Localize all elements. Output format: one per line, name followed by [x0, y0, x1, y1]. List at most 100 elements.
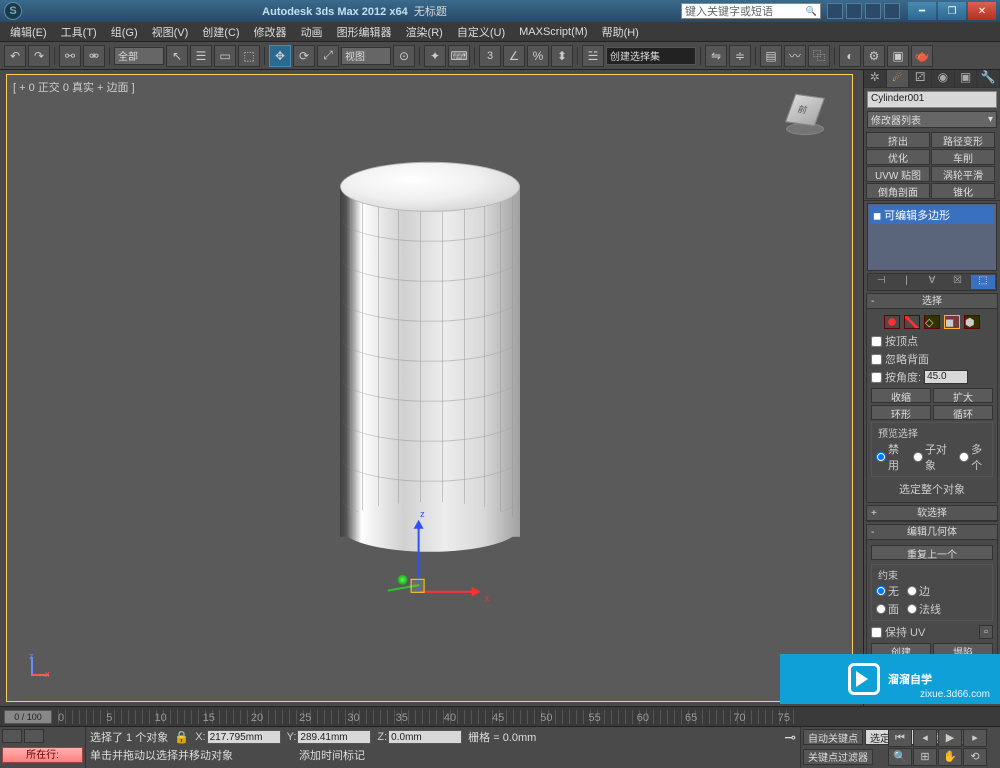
select-object-button[interactable]: ↖	[166, 45, 188, 67]
link-button[interactable]: ⚯	[59, 45, 81, 67]
curve-editor-button[interactable]: 〰	[784, 45, 806, 67]
preview-off-radio[interactable]	[876, 452, 886, 462]
named-selset-dropdown[interactable]: 创建选择集	[606, 47, 696, 65]
mod-btn-bevelprofile[interactable]: 倒角剖面	[866, 183, 930, 199]
constraint-edge-radio[interactable]	[907, 586, 917, 596]
edit-selset-button[interactable]: ☱	[582, 45, 604, 67]
zoom-all-button[interactable]: ⊞	[913, 748, 937, 766]
window-crossing-button[interactable]: ⬚	[238, 45, 260, 67]
preserve-uv-checkbox[interactable]	[871, 627, 882, 638]
select-name-button[interactable]: ☰	[190, 45, 212, 67]
key-icon[interactable]: ⊸	[784, 729, 796, 746]
spinner-snap-button[interactable]: ⬍	[551, 45, 573, 67]
repeat-last-button[interactable]: 重复上一个	[871, 545, 993, 560]
keyfilters-button[interactable]: 关键点过滤器	[803, 749, 873, 765]
time-ruler[interactable]: 051015202530354045505560657075	[58, 710, 800, 724]
menu-modifiers[interactable]: 修改器	[248, 22, 293, 42]
menu-create[interactable]: 创建(C)	[196, 22, 245, 42]
menu-animation[interactable]: 动画	[295, 22, 329, 42]
menu-render[interactable]: 渲染(R)	[400, 22, 449, 42]
goto-start-button[interactable]: ⏮	[888, 729, 912, 747]
object-name-field[interactable]: Cylinder001	[867, 91, 997, 108]
tab-modify[interactable]: ☄	[887, 70, 910, 87]
mod-btn-uvwmap[interactable]: UVW 贴图	[866, 166, 930, 182]
stack-item-editpoly[interactable]: ◼ 可编辑多边形	[870, 206, 994, 224]
rollout-softsel-header[interactable]: 软选择	[867, 506, 997, 521]
viewport-label[interactable]: [ + 0 正交 0 真实 + 边面 ]	[13, 79, 135, 95]
coord-y-field[interactable]: 289.41mm	[297, 730, 371, 744]
constraint-none-radio[interactable]	[876, 586, 886, 596]
ring-button[interactable]: 环形	[871, 405, 931, 420]
preserve-uv-settings-button[interactable]: ▫	[979, 625, 993, 639]
script-listener-button[interactable]	[2, 729, 22, 743]
redo-button[interactable]: ↷	[28, 45, 50, 67]
percent-snap-button[interactable]: %	[527, 45, 549, 67]
coord-x-field[interactable]: 217.795mm	[207, 730, 281, 744]
info-center-icons[interactable]	[827, 3, 900, 19]
pan-button[interactable]: ✋	[938, 748, 962, 766]
rollout-selection-header[interactable]: 选择	[867, 294, 997, 309]
coord-z-field[interactable]: 0.0mm	[388, 730, 462, 744]
zoom-button[interactable]: 🔍	[888, 748, 912, 766]
snap-button[interactable]: 3	[479, 45, 501, 67]
add-time-tag-button[interactable]: 添加时间标记	[299, 747, 365, 763]
mirror-button[interactable]: ⇋	[705, 45, 727, 67]
menu-group[interactable]: 组(G)	[105, 22, 144, 42]
app-logo[interactable]: S	[4, 2, 22, 20]
menu-help[interactable]: 帮助(H)	[596, 22, 645, 42]
scale-button[interactable]: ⤢	[317, 45, 339, 67]
refcoord-dropdown[interactable]: 视图	[341, 47, 391, 65]
mod-btn-pathdeform[interactable]: 路径变形	[931, 132, 995, 148]
schematic-button[interactable]: ⿻	[808, 45, 830, 67]
by-vertex-checkbox[interactable]	[871, 336, 882, 347]
prev-frame-button[interactable]: ◂	[913, 729, 937, 747]
maximize-button[interactable]: ❐	[938, 2, 966, 20]
menu-graph[interactable]: 图形编辑器	[331, 22, 398, 42]
subobj-edge-icon[interactable]	[904, 315, 920, 329]
next-frame-button[interactable]: ▸	[963, 729, 987, 747]
menu-tools[interactable]: 工具(T)	[55, 22, 103, 42]
constraint-normal-radio[interactable]	[907, 604, 917, 614]
location-field[interactable]: 所在行:	[2, 747, 83, 763]
close-button[interactable]: ✕	[968, 2, 996, 20]
minimize-button[interactable]: ━	[908, 2, 936, 20]
modifier-list-dropdown[interactable]: 修改器列表	[867, 111, 997, 128]
loop-button[interactable]: 循环	[933, 405, 993, 420]
angle-spinner[interactable]: 45.0	[924, 370, 968, 384]
help-search-input[interactable]: 键入关键字或短语	[681, 3, 821, 19]
tab-utilities[interactable]: 🔧	[977, 70, 1000, 87]
viewcube[interactable]	[782, 87, 828, 133]
material-button[interactable]: ◐	[839, 45, 861, 67]
stack-toolbar[interactable]: ⊣|∀☒⬚	[867, 273, 997, 291]
unlink-button[interactable]: ⚮	[83, 45, 105, 67]
preview-multi-radio[interactable]	[959, 452, 969, 462]
tab-hierarchy[interactable]: ⚂	[909, 70, 932, 87]
prompt-button[interactable]	[24, 729, 44, 743]
move-button[interactable]: ✥	[269, 45, 291, 67]
select-rect-button[interactable]: ▭	[214, 45, 236, 67]
rotate-button[interactable]: ⟳	[293, 45, 315, 67]
preview-subobj-radio[interactable]	[913, 452, 923, 462]
time-slider[interactable]: 0 / 100 051015202530354045505560657075	[0, 706, 1000, 726]
align-button[interactable]: ≑	[729, 45, 751, 67]
pivot-button[interactable]: ⊙	[393, 45, 415, 67]
render-frame-button[interactable]: ▣	[887, 45, 909, 67]
menu-edit[interactable]: 编辑(E)	[4, 22, 53, 42]
orbit-button[interactable]: ⟲	[963, 748, 987, 766]
modifier-stack[interactable]: ◼ 可编辑多边形	[867, 203, 997, 271]
time-slider-thumb[interactable]: 0 / 100	[4, 710, 52, 724]
shrink-button[interactable]: 收缩	[871, 388, 931, 403]
undo-button[interactable]: ↶	[4, 45, 26, 67]
ignore-backfacing-checkbox[interactable]	[871, 354, 882, 365]
menu-maxscript[interactable]: MAXScript(M)	[513, 24, 593, 40]
tab-display[interactable]: ▣	[955, 70, 978, 87]
menu-customize[interactable]: 自定义(U)	[451, 22, 511, 42]
subobj-vertex-icon[interactable]	[884, 315, 900, 329]
viewport[interactable]: [ + 0 正交 0 真实 + 边面 ] z x zx	[6, 74, 853, 702]
tab-create[interactable]: ✲	[864, 70, 887, 87]
rollout-editgeo-header[interactable]: 编辑几何体	[867, 525, 997, 540]
keyboard-button[interactable]: ⌨	[448, 45, 470, 67]
constraint-face-radio[interactable]	[876, 604, 886, 614]
mod-btn-taper[interactable]: 锥化	[931, 183, 995, 199]
selection-filter-dropdown[interactable]: 全部	[114, 47, 164, 65]
